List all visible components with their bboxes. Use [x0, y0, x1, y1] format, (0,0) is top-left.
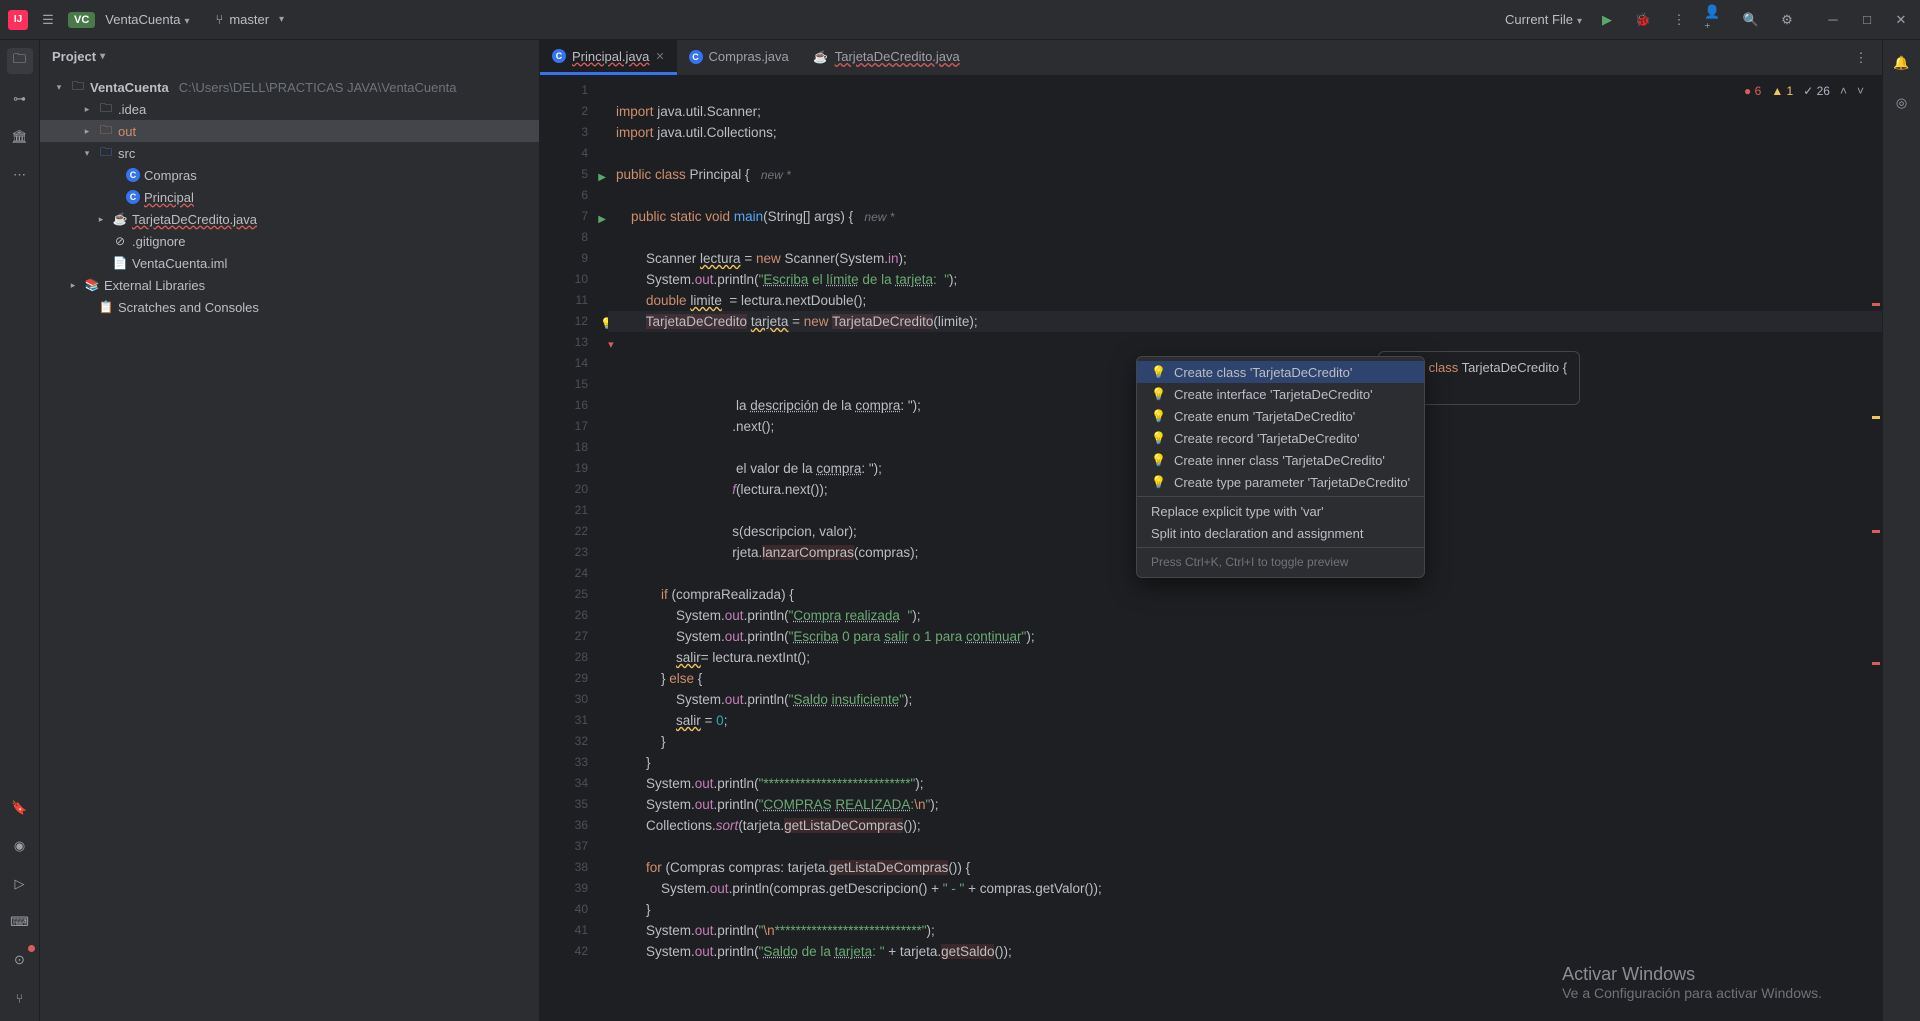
services-icon[interactable]: ◉ — [7, 833, 33, 859]
app-icon: IJ — [8, 10, 28, 30]
tree-item[interactable]: ▾🗀src — [40, 142, 539, 164]
editor-tabs: CPrincipal.java✕ CCompras.java ☕TarjetaD… — [540, 40, 1882, 76]
popup-item[interactable]: Split into declaration and assignment — [1137, 522, 1424, 544]
more-actions-icon[interactable]: ⋮ — [1668, 9, 1690, 31]
tree-item[interactable]: ▸☕TarjetaDeCredito.java — [40, 208, 539, 230]
popup-item[interactable]: 💡Create enum 'TarjetaDeCredito' — [1137, 405, 1424, 427]
right-tool-rail: 🔔 ◎ — [1882, 40, 1920, 1021]
panel-header[interactable]: Project▾ — [40, 40, 539, 72]
popup-item[interactable]: 💡Create interface 'TarjetaDeCredito' — [1137, 383, 1424, 405]
maximize-button[interactable]: □ — [1856, 9, 1878, 31]
close-icon[interactable]: ✕ — [655, 50, 664, 63]
tree-item[interactable]: 📄VentaCuenta.iml — [40, 252, 539, 274]
vcs-branch[interactable]: ⑂ master▾ — [216, 12, 285, 27]
project-tool-icon[interactable]: 🗀 — [7, 48, 33, 74]
vcs-icon[interactable]: ⑂ — [7, 985, 33, 1011]
terminal-icon[interactable]: ⌨ — [7, 909, 33, 935]
editor-content[interactable]: ● 6 ▲ 1 ✓ 26 ˄˅ 12345▶67▶89101112💡▾13141… — [540, 76, 1882, 1021]
bookmarks-icon[interactable]: 🔖 — [7, 795, 33, 821]
tree-item[interactable]: CPrincipal — [40, 186, 539, 208]
intention-popup: 💡Create class 'TarjetaDeCredito' 💡Create… — [1136, 356, 1425, 578]
windows-activation-watermark: Activar Windows Ve a Configuración para … — [1562, 964, 1822, 1001]
editor-area: CPrincipal.java✕ CCompras.java ☕TarjetaD… — [540, 40, 1882, 1021]
popup-item[interactable]: 💡Create type parameter 'TarjetaDeCredito… — [1137, 471, 1424, 493]
settings-icon[interactable]: ⚙ — [1776, 9, 1798, 31]
gutter: 12345▶67▶89101112💡▾131415161718192021222… — [540, 76, 608, 1021]
titlebar: IJ ☰ VC VentaCuenta▾ ⑂ master▾ Current F… — [0, 0, 1920, 40]
ai-assistant-icon[interactable]: ◎ — [1889, 90, 1915, 116]
minimize-button[interactable]: ─ — [1822, 9, 1844, 31]
tree-item[interactable]: ⊘.gitignore — [40, 230, 539, 252]
close-button[interactable]: ✕ — [1890, 9, 1912, 31]
popup-item[interactable]: 💡Create class 'TarjetaDeCredito' — [1137, 361, 1424, 383]
left-tool-rail: 🗀 ⊶ 🏛 ⋯ 🔖 ◉ ▷ ⌨ ⊙ ⑂ — [0, 40, 40, 1021]
popup-hint: Press Ctrl+K, Ctrl+I to toggle preview — [1137, 551, 1424, 573]
main-menu-icon[interactable]: ☰ — [38, 10, 58, 30]
project-tree[interactable]: ▾🗀 VentaCuenta C:\Users\DELL\PRACTICAS J… — [40, 72, 539, 322]
tree-item[interactable]: ▸🗀.idea — [40, 98, 539, 120]
problems-icon[interactable]: ⊙ — [7, 947, 33, 973]
more-tools-icon[interactable]: ⋯ — [7, 162, 33, 188]
commit-tool-icon[interactable]: ⊶ — [7, 86, 33, 112]
tree-external-libs[interactable]: ▸📚External Libraries — [40, 274, 539, 296]
tree-scratches[interactable]: 📋Scratches and Consoles — [40, 296, 539, 318]
branch-icon: ⑂ — [216, 12, 224, 27]
editor-tab[interactable]: CCompras.java — [677, 40, 801, 75]
notifications-icon[interactable]: 🔔 — [1889, 50, 1915, 76]
structure-tool-icon[interactable]: 🏛 — [7, 124, 33, 150]
tree-item[interactable]: ▸🗀out — [40, 120, 539, 142]
project-panel: Project▾ ▾🗀 VentaCuenta C:\Users\DELL\PR… — [40, 40, 540, 1021]
tree-item[interactable]: CCompras — [40, 164, 539, 186]
project-badge: VC — [68, 12, 95, 28]
popup-item[interactable]: 💡Create record 'TarjetaDeCredito' — [1137, 427, 1424, 449]
tab-actions-icon[interactable]: ⋮ — [1850, 47, 1872, 69]
run-tool-icon[interactable]: ▷ — [7, 871, 33, 897]
popup-item[interactable]: 💡Create inner class 'TarjetaDeCredito' — [1137, 449, 1424, 471]
error-stripe[interactable] — [1870, 76, 1882, 1021]
debug-button[interactable]: 🐞 — [1632, 9, 1654, 31]
run-button[interactable]: ▶ — [1596, 9, 1618, 31]
tree-root[interactable]: ▾🗀 VentaCuenta C:\Users\DELL\PRACTICAS J… — [40, 76, 539, 98]
search-icon[interactable]: 🔍 — [1740, 9, 1762, 31]
run-config-selector[interactable]: Current File▾ — [1505, 12, 1582, 27]
editor-tab[interactable]: ☕TarjetaDeCredito.java — [801, 40, 972, 75]
project-selector[interactable]: VentaCuenta▾ — [105, 12, 189, 27]
editor-tab[interactable]: CPrincipal.java✕ — [540, 40, 677, 75]
code-with-me-icon[interactable]: 👤⁺ — [1704, 9, 1726, 31]
popup-item[interactable]: Replace explicit type with 'var' — [1137, 500, 1424, 522]
